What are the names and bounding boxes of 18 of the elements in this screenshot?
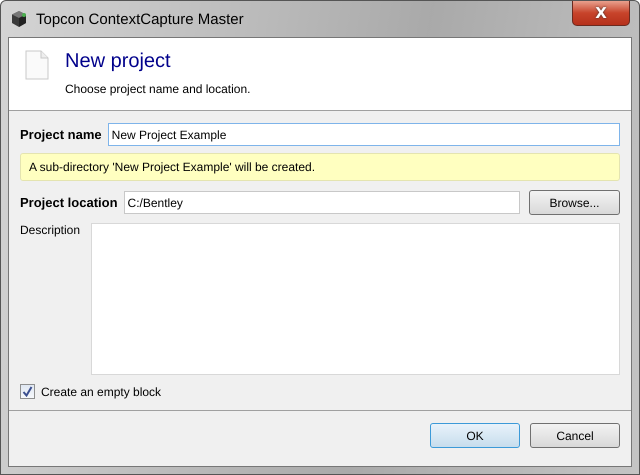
header-title: New project: [65, 50, 172, 73]
field-label: Project name: [20, 127, 102, 142]
cancel-button[interactable]: Cancel: [530, 423, 620, 448]
window-title: Topcon ContextCapture Master: [36, 10, 245, 28]
checkbox[interactable]: [20, 384, 35, 399]
ok-button[interactable]: OK: [430, 423, 520, 448]
header-subtitle: Choose project name and location.: [65, 82, 250, 96]
info-notice: A sub-directory 'New Project Example' will be created.: [20, 153, 620, 181]
browse-button[interactable]: Browse...: [529, 190, 620, 215]
project-name-field[interactable]: New Project Example: [108, 123, 620, 146]
project-location-field[interactable]: C:/Bentley: [124, 191, 520, 214]
checkbox-label: Create an empty block: [41, 384, 162, 398]
close-button[interactable]: X: [572, 1, 630, 26]
field-label: Project location: [20, 195, 118, 210]
cube-icon: [10, 10, 28, 28]
field-label: Description: [20, 223, 82, 239]
document-icon: [25, 50, 49, 80]
description-field[interactable]: [91, 223, 620, 375]
